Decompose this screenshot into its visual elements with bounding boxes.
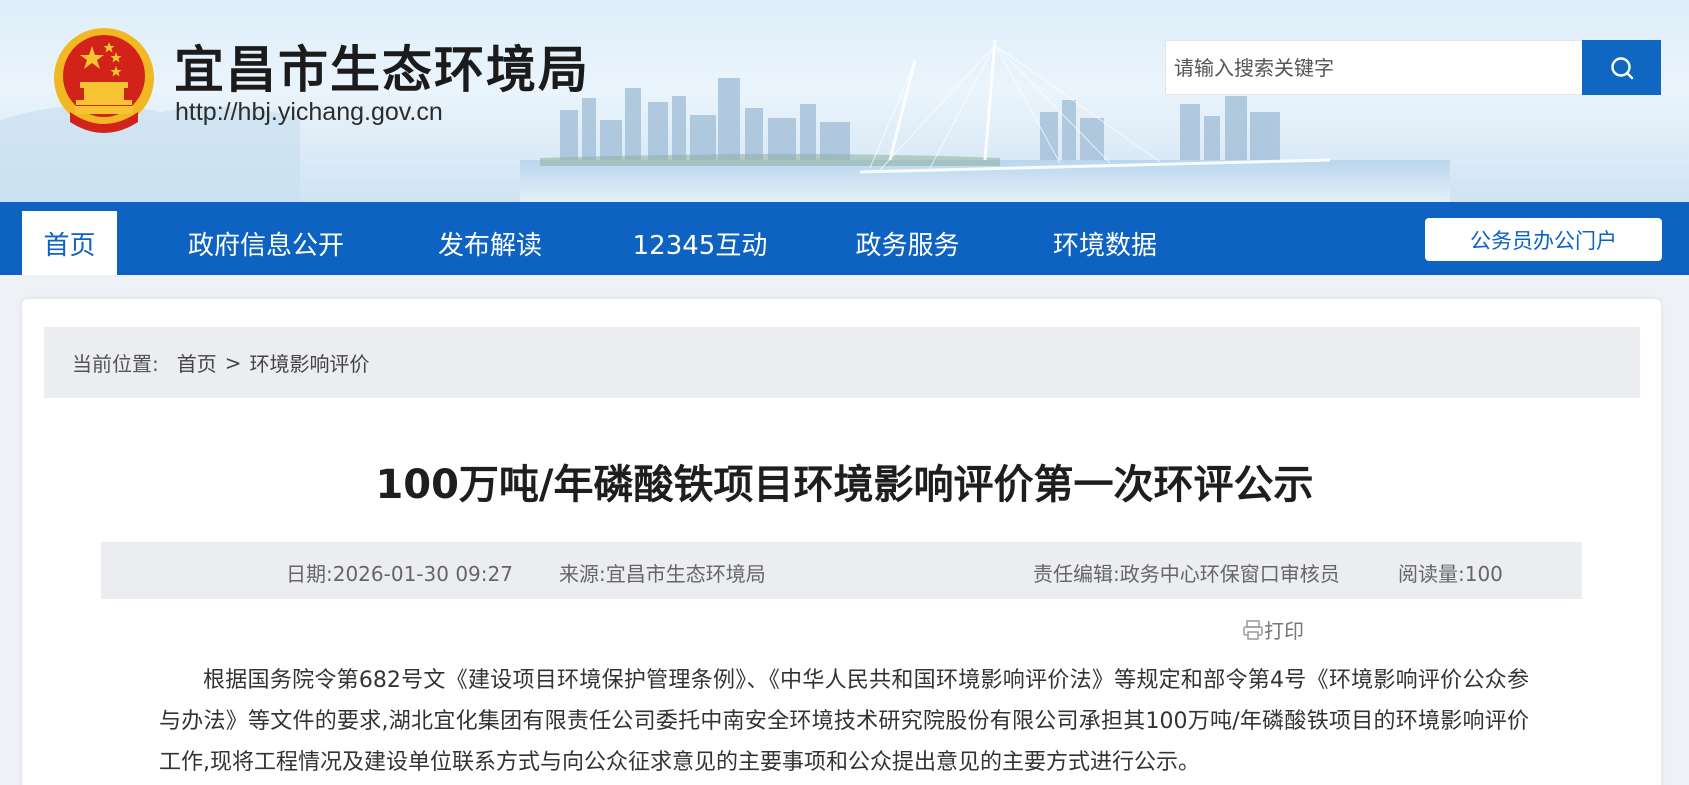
breadcrumb-separator: >: [224, 350, 242, 375]
site-header: 宜昌市生态环境局 http://hbj.yichang.gov.cn: [0, 0, 1689, 202]
nav-item-env-data[interactable]: 环境数据: [1040, 211, 1170, 275]
breadcrumb: 当前位置: 首页 > 环境影响评价: [44, 327, 1640, 398]
print-label: 打印: [1264, 619, 1304, 643]
national-emblem-logo: [54, 28, 154, 133]
site-title: 宜昌市生态环境局: [174, 41, 590, 99]
search-icon: [1610, 56, 1633, 79]
meta-date: 日期:2026-01-30 09:27: [286, 562, 513, 586]
nav-item-12345[interactable]: 12345互动: [620, 211, 780, 275]
breadcrumb-prefix: 当前位置:: [72, 352, 159, 376]
article-title: 100万吨/年磷酸铁项目环境影响评价第一次环评公示: [375, 462, 1314, 508]
meta-source: 来源:宜昌市生态环境局: [559, 562, 766, 586]
nav-item-home[interactable]: 首页: [22, 211, 117, 275]
nav-item-releases[interactable]: 发布解读: [425, 211, 555, 275]
main-nav: 首页 政府信息公开 发布解读 12345互动 政务服务 环境数据 公务员办公门户: [0, 202, 1689, 275]
breadcrumb-link-home[interactable]: 首页: [177, 348, 217, 377]
civil-servant-portal-button[interactable]: 公务员办公门户: [1425, 218, 1662, 261]
print-link[interactable]: 打印: [1242, 615, 1304, 644]
nav-item-gov-info[interactable]: 政府信息公开: [176, 211, 356, 275]
site-url: http://hbj.yichang.gov.cn: [175, 98, 443, 126]
meta-editor: 责任编辑:政务中心环保窗口审核员: [1033, 562, 1340, 586]
article-body: 根据国务院令第682号文《建设项目环境保护管理条例》、《中华人民共和国环境影响评…: [159, 668, 1529, 775]
breadcrumb-link-eia[interactable]: 环境影响评价: [250, 348, 370, 377]
nav-item-services[interactable]: 政务服务: [845, 211, 970, 275]
search-button[interactable]: [1582, 40, 1661, 95]
search-input[interactable]: [1165, 40, 1582, 95]
article-meta: 日期:2026-01-30 09:27 来源:宜昌市生态环境局 责任编辑:政务中…: [101, 542, 1582, 599]
meta-views: 阅读量:100: [1398, 562, 1503, 586]
printer-icon: [1243, 619, 1263, 640]
